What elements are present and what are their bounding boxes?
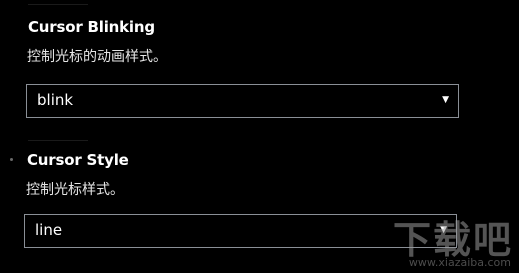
- bullet-icon: [10, 158, 13, 161]
- cursor-style-description: 控制光标样式。: [26, 182, 124, 198]
- cursor-style-title: Cursor Style: [27, 151, 129, 169]
- cursor-blinking-value: blink: [37, 91, 74, 109]
- cursor-blinking-title: Cursor Blinking: [28, 18, 155, 36]
- cursor-blinking-dropdown[interactable]: blink ▼: [26, 84, 459, 118]
- watermark-url: www.xiazaiba.com: [408, 256, 511, 269]
- cursor-style-value: line: [35, 221, 63, 239]
- chevron-down-icon: ▼: [442, 95, 449, 105]
- section-divider: [28, 4, 88, 5]
- watermark-logo: 下载吧 www.xiazaiba.com: [383, 207, 513, 269]
- section-divider: [28, 140, 88, 141]
- cursor-blinking-description: 控制光标的动画样式。: [27, 49, 167, 65]
